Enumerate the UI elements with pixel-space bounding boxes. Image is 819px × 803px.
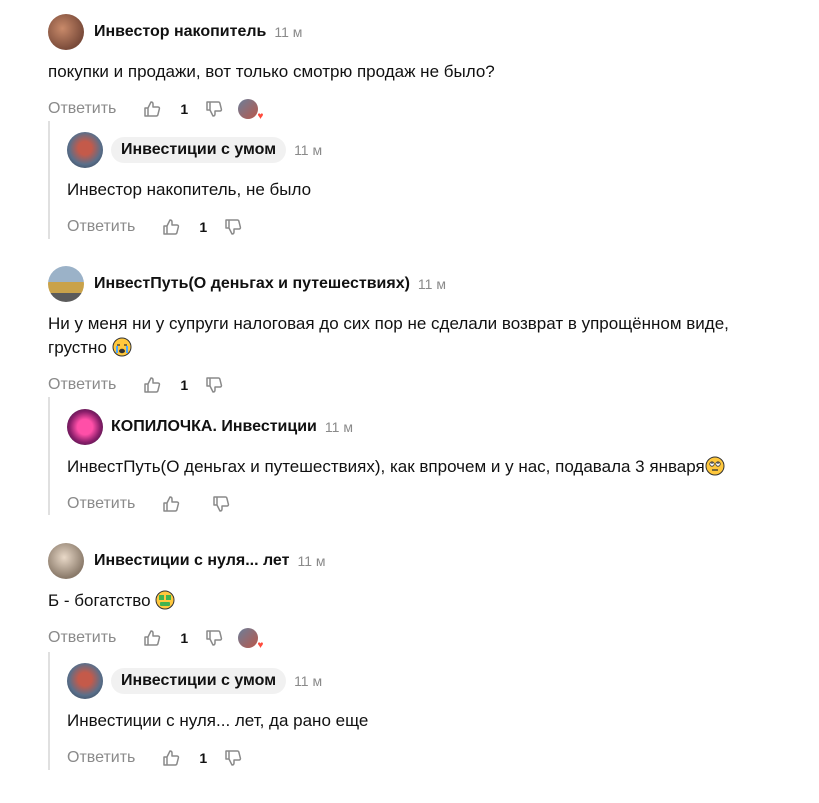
comment-text-line-1: Ни у меня ни у супруги налоговая до сих … — [48, 314, 729, 333]
thumbs-down-icon[interactable] — [211, 494, 231, 514]
comment-text-content: ИнвестПуть(О деньгах и путешествиях), ка… — [67, 457, 705, 476]
comment: Инвестиции с нуля... лет 11 м Б - богатс… — [48, 541, 788, 653]
reaction-avatar-heart-icon: ♥ — [238, 628, 263, 651]
like-count: 1 — [180, 630, 189, 646]
comment-text-line-2: грустно — [48, 338, 107, 357]
timestamp: 11 м — [324, 419, 353, 435]
comment: Инвестор накопитель 11 м покупки и прода… — [48, 12, 788, 124]
reply-comment: Инвестиции с умом 11 м Инвестиции с нуля… — [67, 661, 787, 773]
thumbs-up-icon[interactable] — [161, 217, 181, 237]
thumbs-down-icon[interactable] — [204, 99, 224, 119]
reply-button[interactable]: Ответить — [67, 495, 135, 513]
timestamp: 11 м — [294, 673, 323, 689]
timestamp: 11 м — [274, 24, 303, 40]
comment-text: ИнвестПуть(О деньгах и путешествиях), ка… — [67, 455, 787, 479]
comment-text: покупки и продажи, вот только смотрю про… — [48, 62, 495, 81]
thumbs-down-icon[interactable] — [223, 217, 243, 237]
thumbs-down-icon[interactable] — [204, 628, 224, 648]
comment: ИнвестПуть(О деньгах и путешествиях) 11 … — [48, 264, 808, 400]
rolling-eyes-emoji-icon — [705, 456, 725, 476]
reply-button[interactable]: Ответить — [48, 376, 116, 394]
avatar[interactable] — [67, 409, 103, 445]
thread-line — [48, 397, 50, 515]
like-count: 1 — [180, 101, 189, 117]
author-name[interactable]: Инвестиции с умом — [111, 668, 287, 694]
avatar[interactable] — [67, 132, 103, 168]
reaction-avatar-heart-icon: ♥ — [238, 99, 263, 122]
reply-button[interactable]: Ответить — [48, 629, 116, 647]
thread-line — [48, 121, 50, 239]
thumbs-down-icon[interactable] — [223, 748, 243, 768]
reply-comment: КОПИЛОЧКА. Инвестиции 11 м ИнвестПуть(О … — [67, 407, 787, 519]
reply-button[interactable]: Ответить — [67, 218, 135, 236]
avatar[interactable] — [67, 663, 103, 699]
thumbs-down-icon[interactable] — [204, 375, 224, 395]
comment-text-content: Б - богатство — [48, 591, 151, 610]
crying-face-emoji-icon — [112, 337, 132, 357]
reply-comment: Инвестиции с умом 11 м Инвестор накопите… — [67, 130, 787, 242]
reply-button[interactable]: Ответить — [48, 100, 116, 118]
timestamp: 11 м — [294, 142, 323, 158]
comment-text: Ни у меня ни у супруги налоговая до сих … — [48, 312, 808, 360]
avatar[interactable] — [48, 14, 84, 50]
author-name[interactable]: Инвестиции с нуля... лет — [94, 552, 289, 570]
author-name[interactable]: Инвестор накопитель — [94, 23, 266, 41]
like-count: 1 — [199, 750, 208, 766]
timestamp: 11 м — [297, 553, 326, 569]
timestamp: 11 м — [417, 276, 446, 292]
thumbs-up-icon[interactable] — [161, 748, 181, 768]
comment-text: Б - богатство — [48, 589, 788, 613]
comment-text: Инвестиции с нуля... лет, да рано еще — [67, 711, 369, 730]
thumbs-up-icon[interactable] — [142, 375, 162, 395]
like-count: 1 — [180, 377, 189, 393]
thumbs-up-icon[interactable] — [142, 99, 162, 119]
avatar[interactable] — [48, 266, 84, 302]
comment-text: Инвестор накопитель, не было — [67, 180, 312, 199]
reply-button[interactable]: Ответить — [67, 749, 135, 767]
author-name[interactable]: КОПИЛОЧКА. Инвестиции — [111, 418, 317, 436]
avatar[interactable] — [48, 543, 84, 579]
money-mouth-face-emoji-icon — [155, 590, 175, 610]
author-name[interactable]: ИнвестПуть(О деньгах и путешествиях) — [94, 275, 410, 293]
like-count: 1 — [199, 219, 208, 235]
thumbs-up-icon[interactable] — [142, 628, 162, 648]
author-name[interactable]: Инвестиции с умом — [111, 137, 287, 163]
thread-line — [48, 652, 50, 770]
thumbs-up-icon[interactable] — [161, 494, 181, 514]
